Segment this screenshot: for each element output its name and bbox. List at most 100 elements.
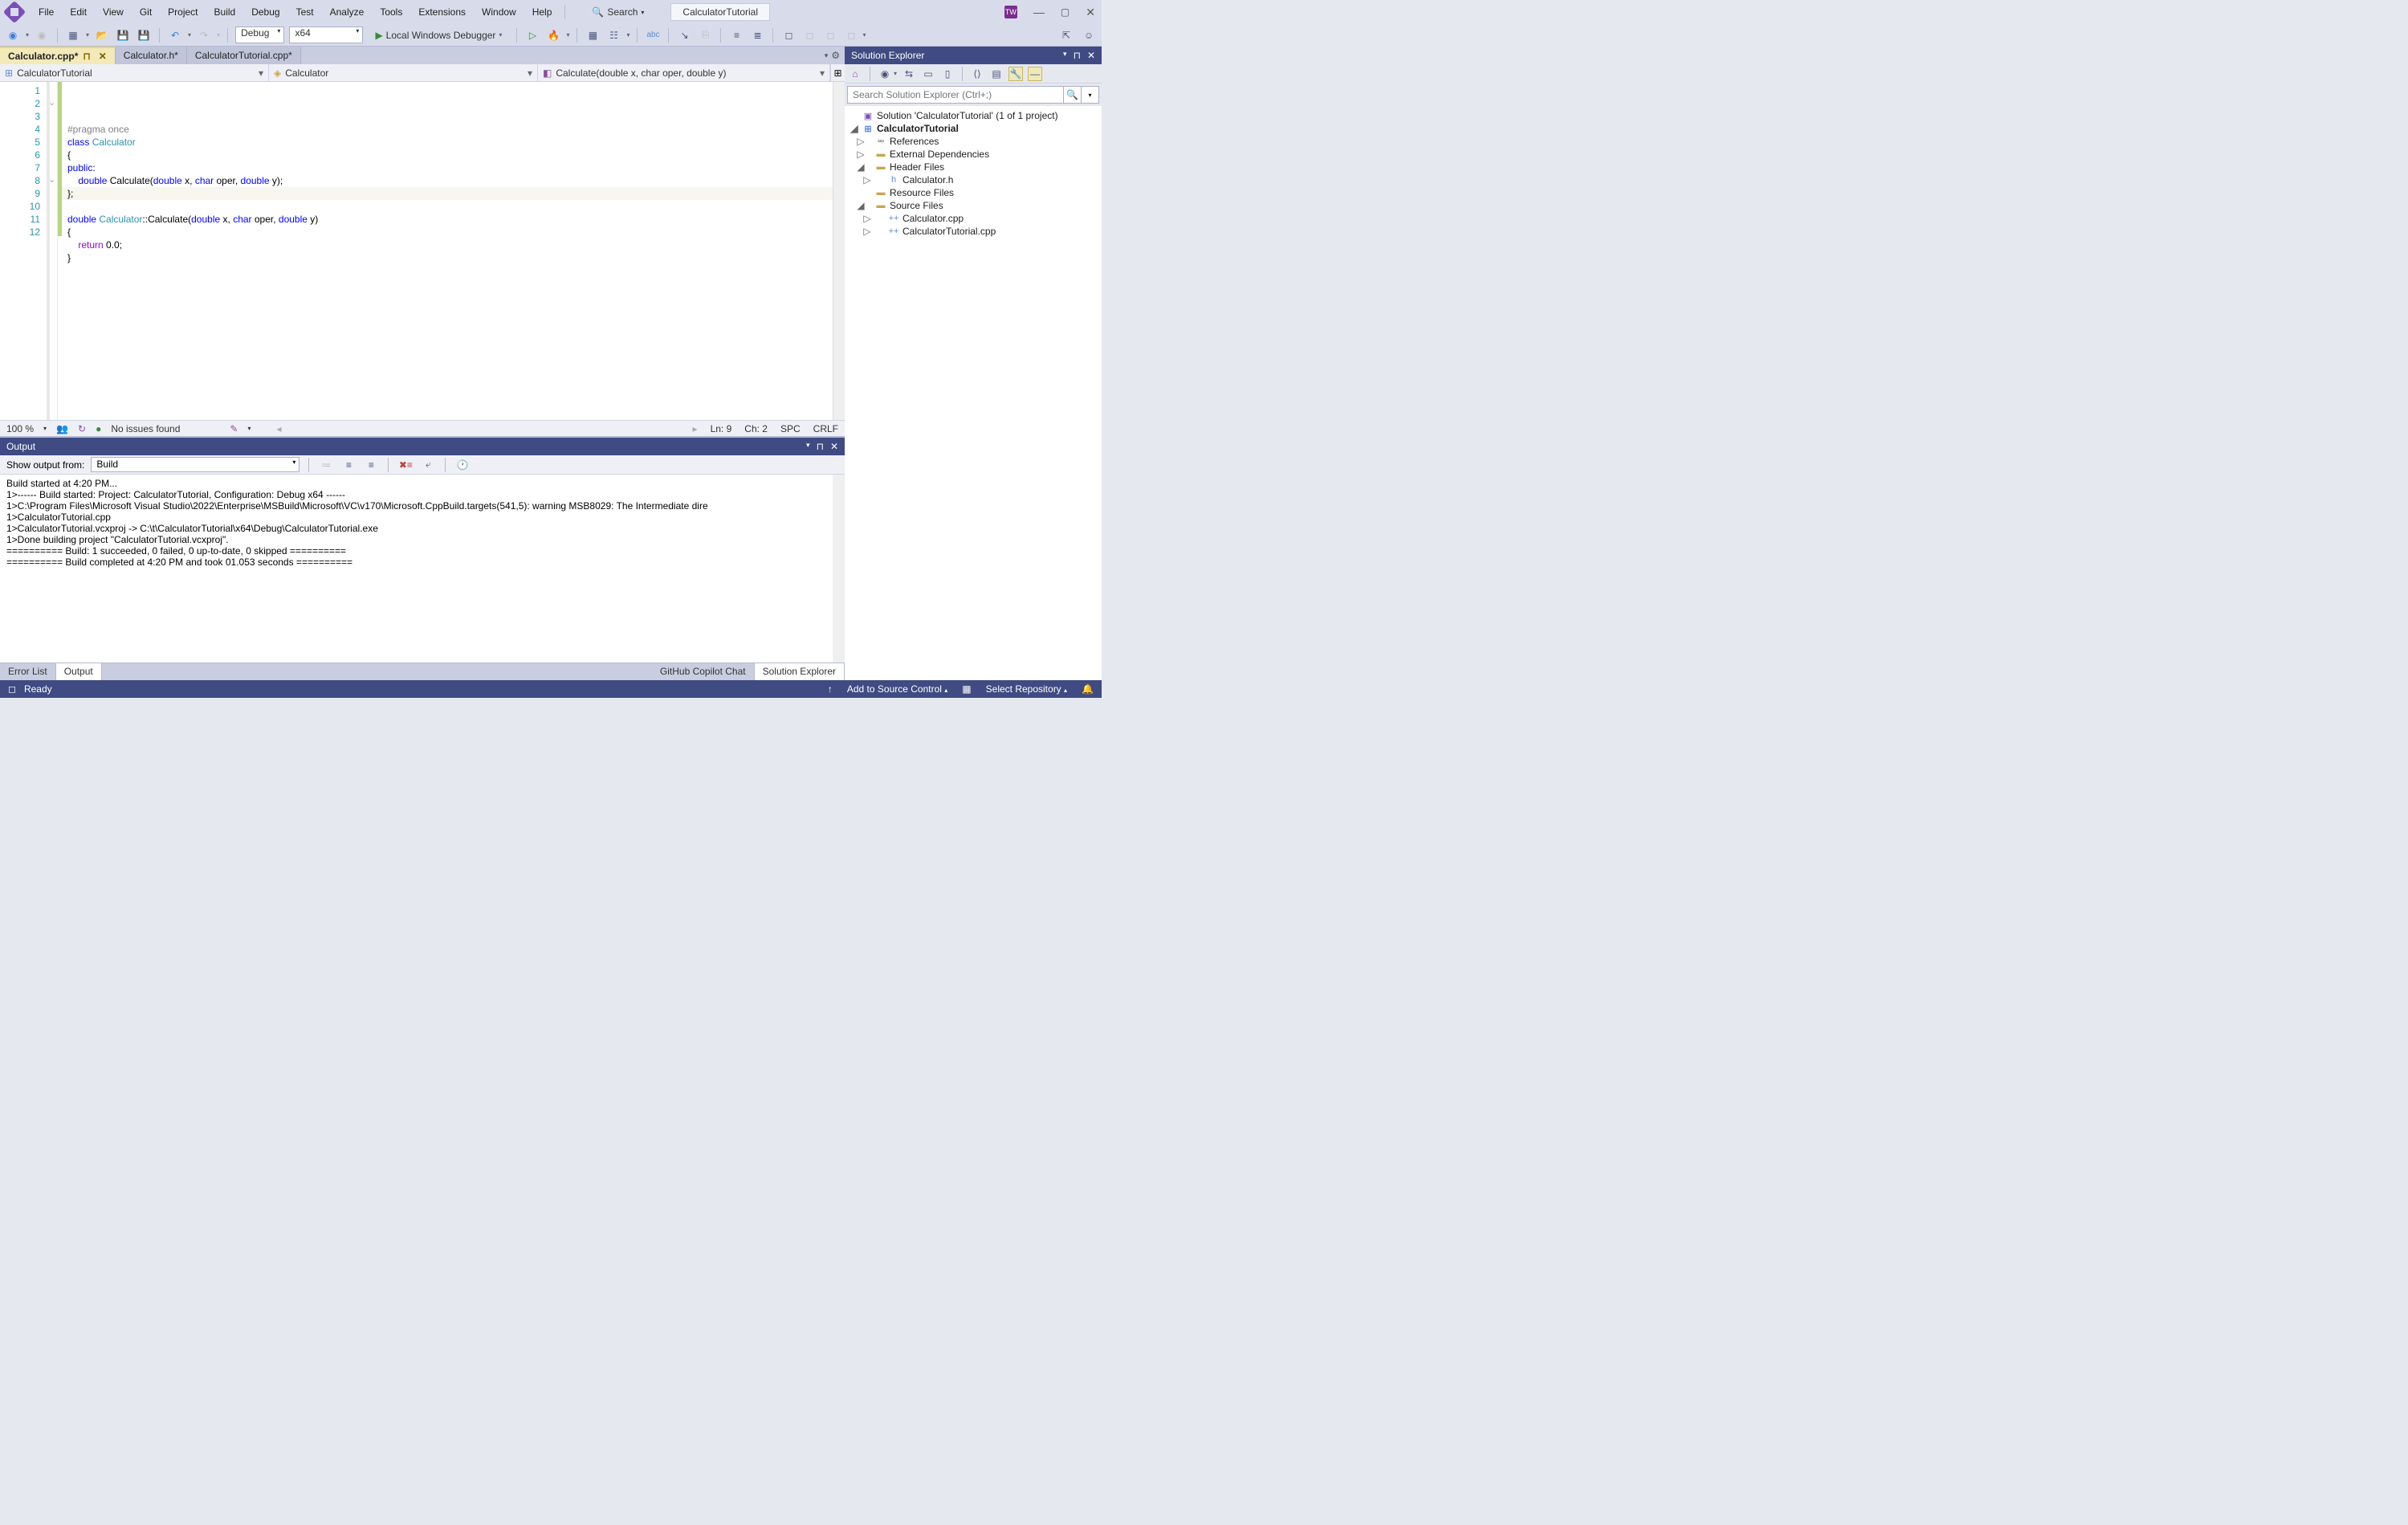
menu-view[interactable]: View: [95, 3, 132, 21]
solution-search-input[interactable]: [847, 86, 1064, 104]
doc-tab[interactable]: Calculator.h*: [116, 47, 187, 64]
maximize-icon[interactable]: ▢: [1061, 6, 1070, 18]
fold-icon[interactable]: ⌄: [48, 174, 55, 185]
search-icon[interactable]: 🔍: [1064, 86, 1082, 104]
calculator-h-node[interactable]: ▷ h Calculator.h: [845, 173, 1102, 186]
output-scrollbar[interactable]: [833, 475, 845, 663]
nav-class[interactable]: ◈ Calculator ▾: [269, 64, 538, 81]
menu-tools[interactable]: Tools: [372, 3, 410, 21]
hot-reload-icon[interactable]: 🔥: [545, 27, 561, 43]
fold-icon[interactable]: ⌄: [48, 97, 55, 108]
solution-node[interactable]: ▣ Solution 'CalculatorTutorial' (1 of 1 …: [845, 109, 1102, 122]
code-line[interactable]: double Calculator::Calculate(double x, c…: [61, 213, 833, 226]
tab-settings-icon[interactable]: ⚙: [831, 50, 840, 61]
overflow-icon[interactable]: ☷: [605, 27, 621, 43]
pin-icon[interactable]: ⊓: [1074, 50, 1081, 61]
doc-tab[interactable]: CalculatorTutorial.cpp*: [187, 47, 301, 64]
split-icon[interactable]: ⊞: [830, 64, 845, 81]
menu-window[interactable]: Window: [474, 3, 524, 21]
prev-icon[interactable]: ≡: [340, 457, 357, 473]
issues-label[interactable]: No issues found: [111, 423, 180, 434]
nav-right-icon[interactable]: ▸: [693, 423, 698, 434]
calculator-cpp-node[interactable]: ▷ ++ Calculator.cpp: [845, 212, 1102, 225]
outdent-icon[interactable]: ≣: [749, 27, 765, 43]
select-repository[interactable]: Select Repository ▴: [986, 683, 1067, 695]
account-badge-icon[interactable]: TW: [1004, 6, 1017, 18]
properties-icon[interactable]: 🔧: [1008, 67, 1023, 81]
tool-tab[interactable]: Error List: [0, 663, 56, 680]
resource-files-node[interactable]: ▬ Resource Files: [845, 186, 1102, 199]
tool-tab[interactable]: GitHub Copilot Chat: [652, 663, 755, 680]
code-line[interactable]: #pragma once: [61, 123, 833, 136]
save-icon[interactable]: 💾: [115, 27, 131, 43]
zoom-level[interactable]: 100 %: [6, 423, 34, 434]
menu-file[interactable]: File: [31, 3, 62, 21]
refresh-icon[interactable]: ↻: [78, 423, 86, 434]
save-all-icon[interactable]: 💾: [136, 27, 152, 43]
tool-tab[interactable]: Output: [56, 663, 102, 680]
pending-icon[interactable]: ⇆: [902, 67, 916, 81]
code-line[interactable]: };: [61, 187, 833, 200]
show-all-icon[interactable]: ⟨⟩: [970, 67, 984, 81]
step-icon[interactable]: ↘: [676, 27, 692, 43]
menu-debug[interactable]: Debug: [243, 3, 287, 21]
menu-help[interactable]: Help: [524, 3, 560, 21]
references-node[interactable]: ▷ ▫▫ References: [845, 135, 1102, 148]
doc-tab[interactable]: Calculator.cpp*⊓✕: [0, 47, 116, 64]
tab-overflow-icon[interactable]: ▾: [825, 51, 829, 60]
code-editor[interactable]: 123456789101112 ⌄⌄ #pragma onceclass Cal…: [0, 82, 845, 420]
platform-select[interactable]: x64▾: [289, 27, 363, 43]
preview-icon[interactable]: —: [1028, 67, 1042, 81]
nav-scope[interactable]: ⊞ CalculatorTutorial ▾: [0, 64, 269, 81]
header-files-node[interactable]: ◢ ▬ Header Files: [845, 161, 1102, 173]
menu-build[interactable]: Build: [206, 3, 244, 21]
code-line[interactable]: [61, 264, 833, 277]
nav-member[interactable]: ◧ Calculate(double x, char oper, double …: [538, 64, 830, 81]
bookmark-icon[interactable]: ◻: [780, 27, 797, 43]
brush-icon[interactable]: ✎: [230, 423, 238, 434]
menu-edit[interactable]: Edit: [62, 3, 95, 21]
external-deps-node[interactable]: ▷ ▬ External Dependencies: [845, 148, 1102, 161]
search-dropdown-icon[interactable]: ▾: [1082, 86, 1099, 104]
solution-search[interactable]: 🔍 ▾: [847, 86, 1099, 104]
abc-icon[interactable]: abc: [645, 27, 661, 43]
menu-test[interactable]: Test: [288, 3, 322, 21]
pin-icon[interactable]: ⊓: [817, 441, 824, 452]
close-icon[interactable]: ✕: [830, 441, 838, 452]
code-line[interactable]: {: [61, 149, 833, 161]
clear-icon[interactable]: ✖≡: [397, 457, 414, 473]
char-indicator[interactable]: Ch: 2: [744, 423, 768, 434]
code-line[interactable]: class Calculator: [61, 136, 833, 149]
users-icon[interactable]: 👥: [56, 423, 68, 434]
tool-tab[interactable]: Solution Explorer: [755, 663, 845, 680]
wrap-icon[interactable]: ⤶: [420, 457, 436, 473]
add-source-control[interactable]: Add to Source Control ▴: [847, 683, 947, 695]
solution-tree[interactable]: ▣ Solution 'CalculatorTutorial' (1 of 1 …: [845, 106, 1102, 680]
notifications-icon[interactable]: 🔔: [1082, 683, 1094, 695]
eol-indicator[interactable]: CRLF: [813, 423, 838, 434]
start-debugging-button[interactable]: ▶ Local Windows Debugger ▾: [368, 27, 509, 43]
indent-icon[interactable]: ≡: [728, 27, 744, 43]
live-share-icon[interactable]: ⇱: [1058, 27, 1074, 43]
sync-icon[interactable]: ▭: [921, 67, 935, 81]
minimize-icon[interactable]: —: [1033, 6, 1045, 18]
undo-icon[interactable]: ↶: [167, 27, 183, 43]
browse-icon[interactable]: ▦: [585, 27, 601, 43]
menu-extensions[interactable]: Extensions: [410, 3, 474, 21]
code-line[interactable]: public:: [61, 161, 833, 174]
new-project-icon[interactable]: ▦: [65, 27, 81, 43]
timestamp-icon[interactable]: 🕐: [454, 457, 471, 473]
next-icon[interactable]: ≡: [363, 457, 379, 473]
code-line[interactable]: return 0.0;: [61, 239, 833, 251]
output-icon[interactable]: ◻: [8, 683, 16, 695]
nav-left-icon[interactable]: ◂: [276, 423, 281, 434]
source-files-node[interactable]: ◢ ▬ Source Files: [845, 199, 1102, 212]
menu-project[interactable]: Project: [160, 3, 206, 21]
search-box[interactable]: 🔍 Search ▾: [583, 4, 653, 20]
menu-analyze[interactable]: Analyze: [322, 3, 373, 21]
vertical-scrollbar[interactable]: [833, 82, 845, 420]
dropdown-icon[interactable]: ▾: [806, 441, 810, 452]
line-indicator[interactable]: Ln: 9: [711, 423, 732, 434]
pin-icon[interactable]: ⊓: [83, 51, 90, 62]
output-source-select[interactable]: Build▾: [91, 457, 299, 472]
